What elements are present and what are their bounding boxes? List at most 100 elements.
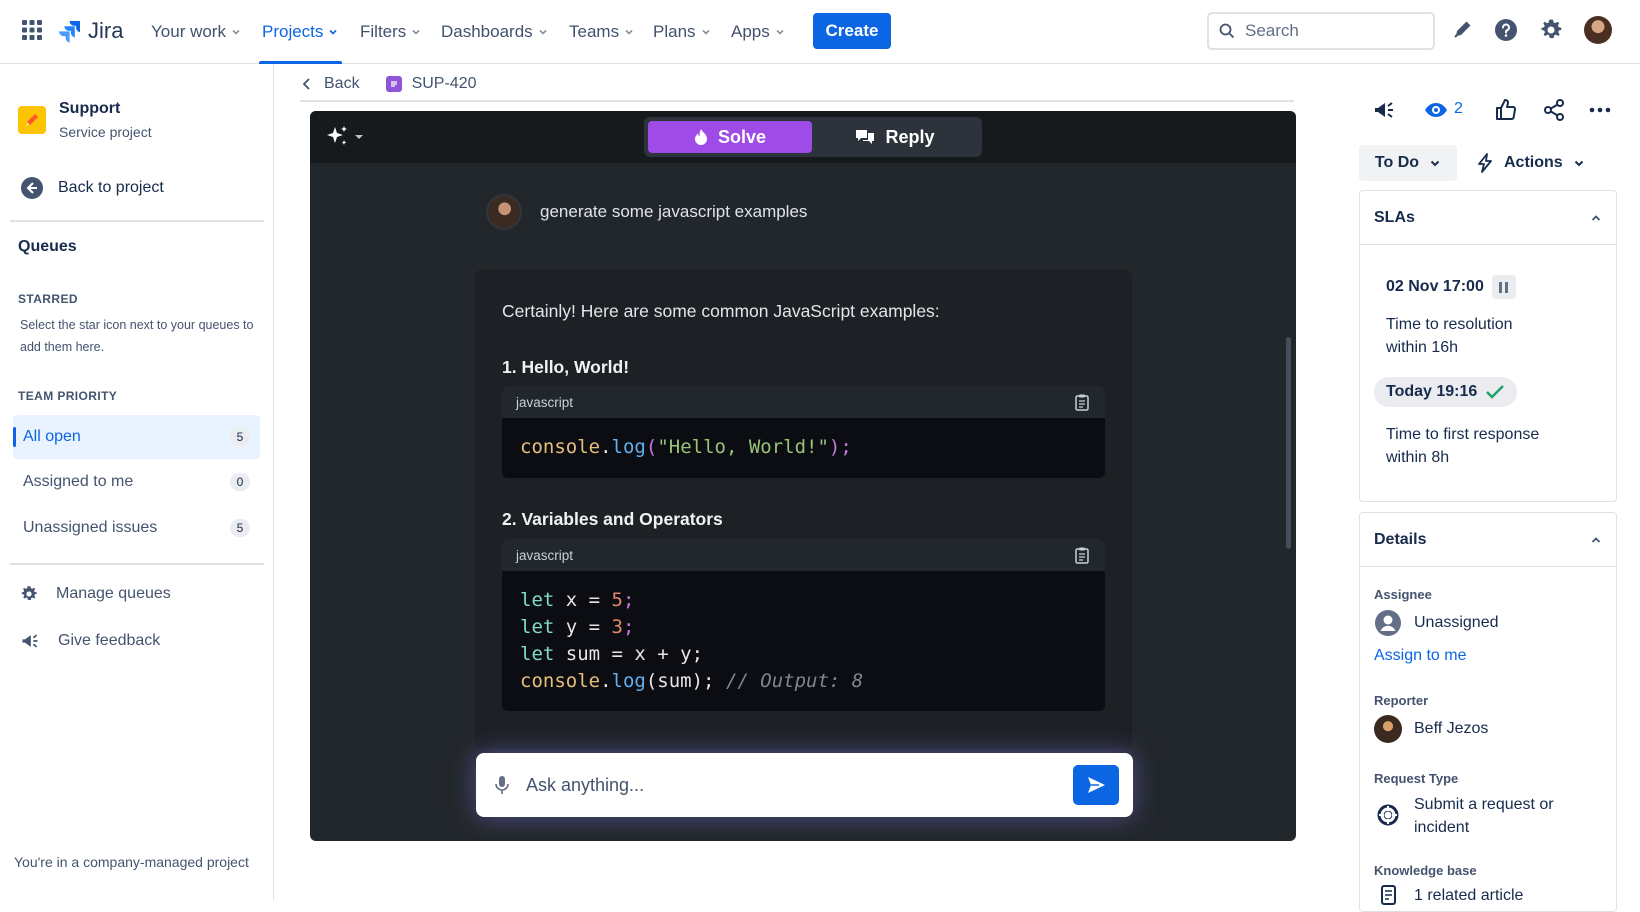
nav-projects[interactable]: Projects [258, 0, 343, 64]
pencil-icon [26, 114, 38, 126]
issue-type-icon [385, 76, 402, 92]
slas-header[interactable]: SLAs [1360, 191, 1616, 245]
queue-unassigned-issues[interactable]: Unassigned issues 5 [13, 506, 260, 550]
nav-your-work[interactable]: Your work [151, 0, 242, 64]
divider [10, 220, 264, 222]
knowledge-base-field[interactable]: 1 related article [1374, 885, 1523, 907]
nav-label: Projects [262, 22, 324, 41]
back-link[interactable]: Back [324, 75, 360, 93]
queue-assigned-to-me[interactable]: Assigned to me 0 [13, 460, 260, 504]
nav-teams[interactable]: Teams [569, 0, 635, 64]
watchers-count[interactable]: 2 [1454, 100, 1463, 118]
project-avatar[interactable] [18, 106, 46, 134]
request-type-value: Submit a request or incident [1414, 793, 1554, 839]
nav-filters[interactable]: Filters [360, 0, 422, 64]
queue-count: 0 [230, 473, 250, 491]
flame-icon [694, 129, 707, 145]
status-dropdown[interactable]: To Do [1359, 145, 1457, 181]
project-footer-note: You're in a company-managed project [14, 854, 249, 870]
reporter-avatar [1374, 715, 1402, 743]
back-to-project-link[interactable]: Back to project [20, 176, 164, 200]
nav-dashboards[interactable]: Dashboards [441, 0, 549, 64]
lightning-icon [1478, 153, 1492, 173]
give-feedback-link[interactable]: Give feedback [20, 631, 160, 651]
queue-count: 5 [230, 428, 250, 446]
ask-input[interactable]: Ask anything... [526, 775, 1057, 796]
nav-apps[interactable]: Apps [731, 0, 786, 64]
nav-plans[interactable]: Plans [653, 0, 712, 64]
chevron-left-icon[interactable] [300, 77, 314, 91]
section-heading: 1. Hello, World! [502, 357, 630, 377]
actions-dropdown[interactable]: Actions [1476, 145, 1585, 181]
knowledge-base-label: Knowledge base [1374, 863, 1477, 878]
request-type-label: Request Type [1374, 771, 1459, 786]
nav-label: Apps [731, 22, 770, 41]
nav-label: Plans [653, 22, 696, 41]
manage-queues-link[interactable]: Manage queues [20, 585, 171, 603]
feedback-megaphone-icon[interactable] [1372, 98, 1396, 122]
unassigned-avatar-icon [1375, 610, 1401, 636]
chevron-down-icon [539, 29, 547, 35]
mode-toggle: Solve Reply [644, 117, 982, 157]
project-name[interactable]: Support [59, 100, 120, 118]
send-button[interactable] [1073, 765, 1119, 805]
microphone-icon[interactable] [494, 775, 510, 795]
reporter-field[interactable]: Beff Jezos [1374, 715, 1488, 743]
slas-card: SLAs 02 Nov 17:00 Time to resolution wit… [1359, 190, 1617, 502]
thumbs-up-icon[interactable] [1494, 98, 1518, 122]
copy-clipboard-icon[interactable] [1073, 393, 1091, 411]
back-to-project-label: Back to project [58, 179, 164, 196]
request-type-line: Submit a request or [1414, 796, 1554, 813]
jira-logo[interactable]: Jira [58, 18, 123, 44]
reply-label: Reply [885, 126, 935, 147]
chevron-up-icon[interactable] [1590, 212, 1602, 224]
details-heading: Details [1374, 530, 1427, 548]
user-avatar[interactable] [1584, 16, 1612, 44]
chevron-down-icon [701, 29, 710, 35]
reply-tab[interactable]: Reply [812, 121, 978, 153]
solve-tab[interactable]: Solve [648, 121, 812, 153]
team-priority-heading: TEAM PRIORITY [18, 389, 118, 403]
chevron-down-icon [776, 29, 784, 35]
sla-name: Time to first response [1386, 426, 1540, 443]
chat-bubbles-icon [856, 130, 875, 144]
issue-key-link[interactable]: SUP-420 [412, 75, 477, 93]
ai-mode-dropdown[interactable] [325, 125, 365, 149]
prompt-avatar [486, 194, 522, 230]
watch-eye-icon[interactable] [1424, 98, 1448, 122]
create-button[interactable]: Create [813, 13, 891, 49]
project-sidebar: Support Service project Back to project … [0, 64, 274, 900]
settings-gear-icon[interactable] [1539, 18, 1563, 42]
conversation-scrollbar[interactable] [1286, 337, 1291, 549]
request-type-field[interactable]: Submit a request or incident [1374, 793, 1554, 839]
chevron-down-icon [1430, 160, 1440, 167]
section-heading: 2. Variables and Operators [502, 509, 723, 529]
details-header[interactable]: Details [1360, 513, 1616, 567]
actions-label: Actions [1504, 154, 1563, 171]
more-options-icon[interactable] [1588, 98, 1612, 122]
assignee-field[interactable]: Unassigned [1374, 609, 1499, 637]
sla-name: Time to resolution [1386, 316, 1513, 333]
code-block-header: javascript [502, 386, 1105, 418]
app-switcher-icon[interactable] [22, 20, 42, 40]
queue-label: All open [23, 428, 81, 445]
sla-resolution-desc: Time to resolution within 16h [1386, 313, 1513, 359]
divider [10, 563, 264, 565]
share-icon[interactable] [1542, 98, 1566, 122]
ask-input-bar[interactable]: Ask anything... [476, 753, 1133, 817]
sla-time-value: 02 Nov 17:00 [1386, 278, 1484, 295]
assign-to-me-link[interactable]: Assign to me [1374, 647, 1466, 665]
copy-clipboard-icon[interactable] [1073, 546, 1091, 564]
solve-label: Solve [717, 126, 767, 147]
help-icon[interactable] [1494, 18, 1518, 42]
chevron-up-icon[interactable] [1590, 534, 1602, 546]
search-icon [1219, 23, 1235, 39]
notifications-icon[interactable] [1450, 18, 1474, 42]
chevron-down-icon [329, 29, 337, 35]
search-input[interactable]: Search [1207, 12, 1435, 50]
article-icon [1381, 885, 1396, 905]
lifebuoy-icon [1377, 804, 1399, 826]
checkmark-icon [1486, 385, 1505, 399]
queue-all-open[interactable]: All open 5 [13, 415, 260, 459]
nav-label: Teams [569, 22, 620, 41]
